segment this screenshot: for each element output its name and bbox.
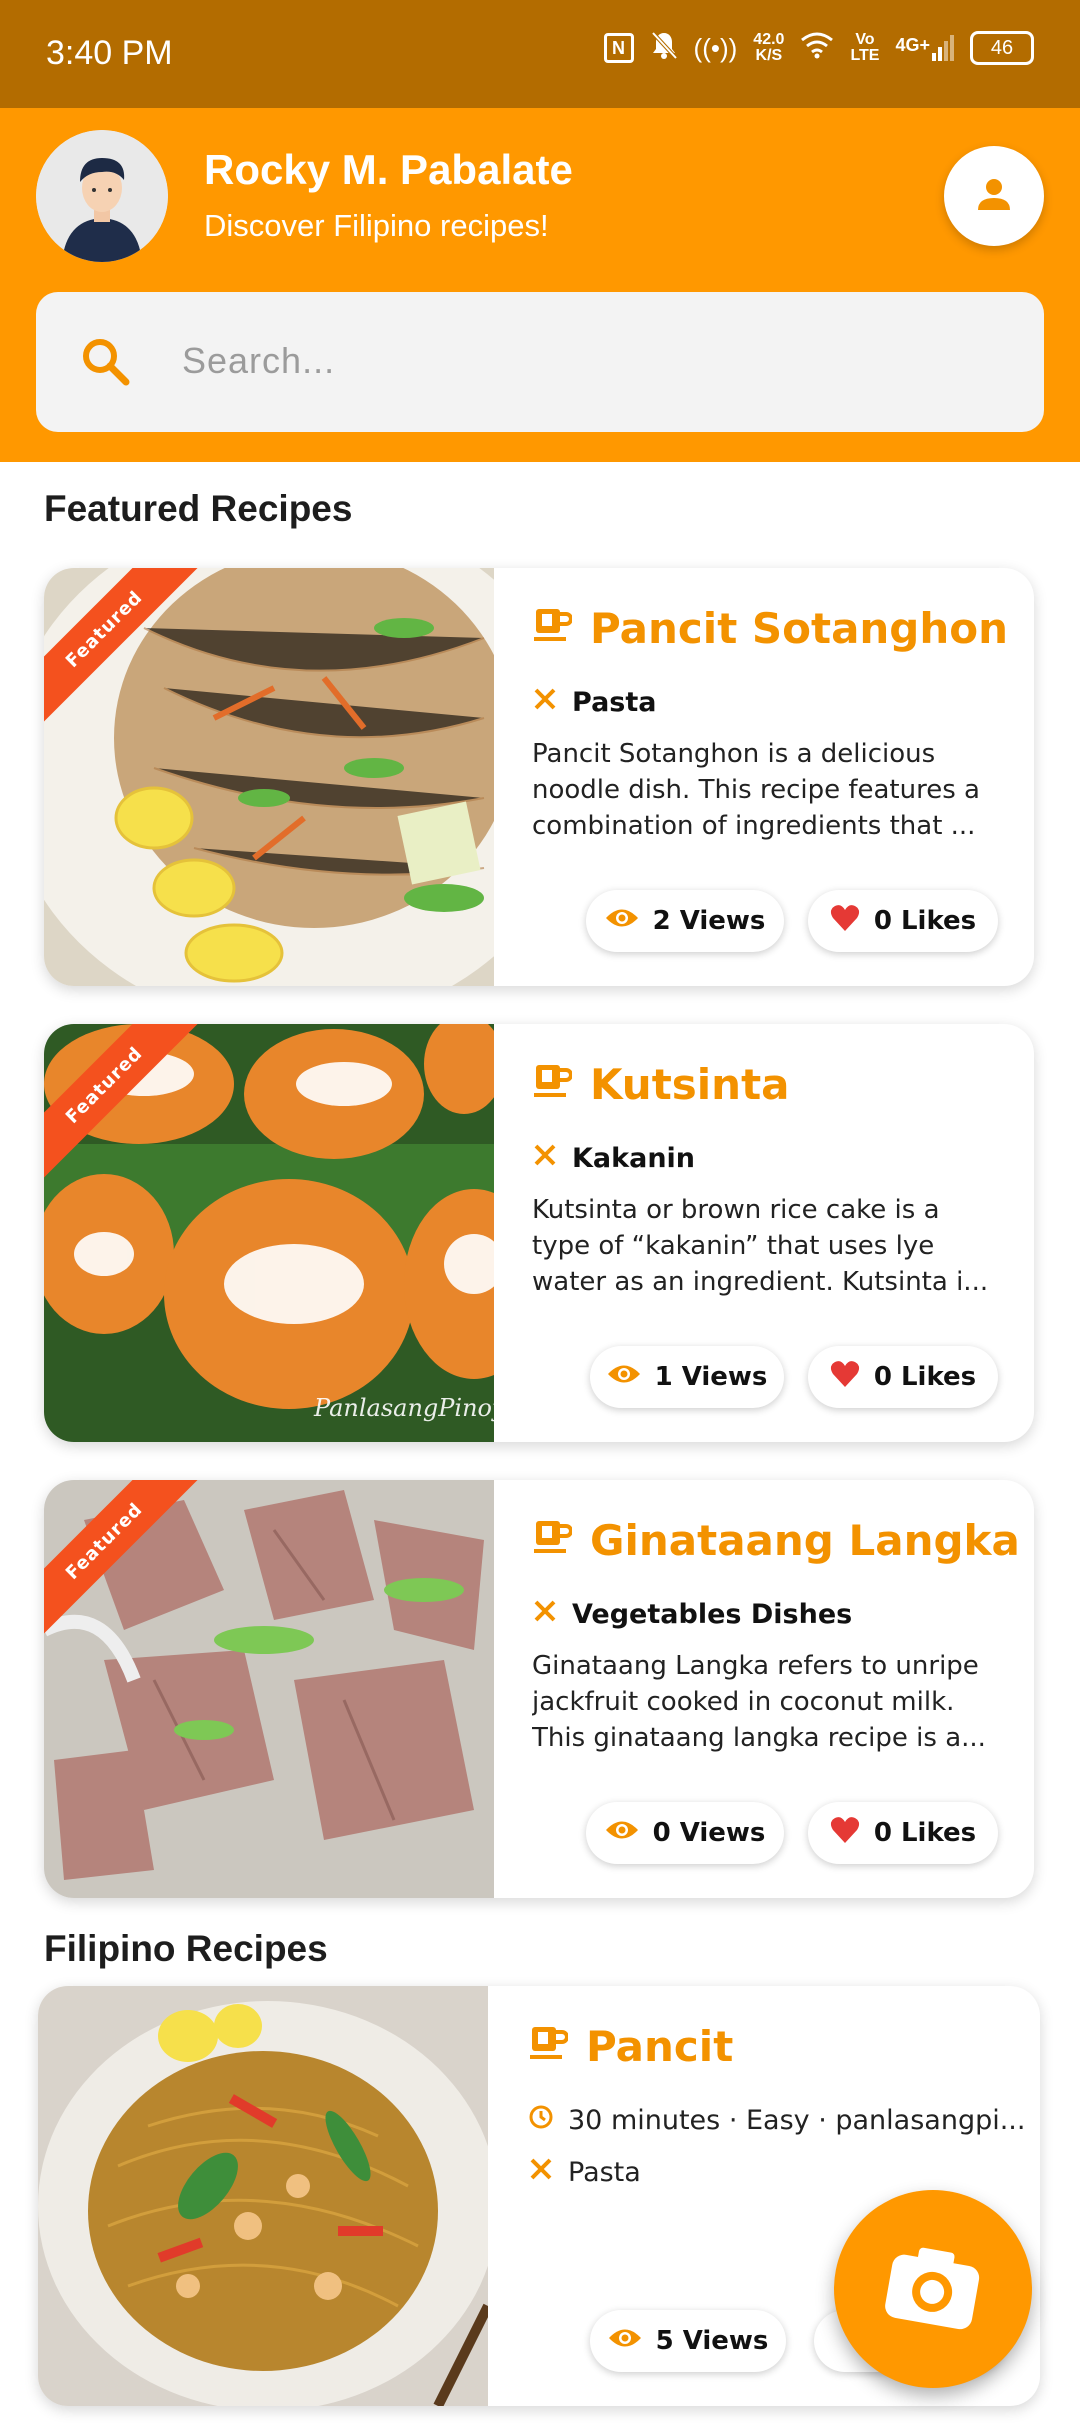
likes-chip[interactable]: 0 Likes (808, 890, 998, 952)
recipe-category: Pasta (528, 2156, 641, 2189)
camera-fab-button[interactable] (834, 2190, 1032, 2388)
likes-chip[interactable]: 0 Likes (808, 1802, 998, 1864)
featured-card-kutsinta[interactable]: PanlasangPinoy Featured Kutsinta Kakanin… (44, 1024, 1034, 1442)
views-chip[interactable]: 1 Views (590, 1346, 784, 1408)
recipe-category-text: Pasta (568, 2157, 641, 2188)
recipe-image: Featured (44, 1480, 494, 1898)
battery-level: 46 (990, 36, 1014, 59)
recipe-title-text: Kutsinta (590, 1060, 790, 1109)
search-bar[interactable]: Search... (36, 292, 1044, 432)
recipe-image: PanlasangPinoy Featured (44, 1024, 494, 1442)
recipe-title-text: Pancit Sotanghon (590, 604, 1009, 653)
likes-count: 0 Likes (873, 906, 977, 936)
signal-icon: 4G+ (895, 35, 954, 61)
eye-icon (608, 2326, 642, 2356)
recipe-description: Ginataang Langka refers to unripe jackfr… (532, 1651, 986, 1753)
utensils-icon (532, 1142, 558, 1175)
wifi-icon (800, 31, 834, 65)
coffee-cup-icon (532, 604, 573, 653)
user-name: Rocky M. Pabalate (204, 146, 573, 193)
views-chip[interactable]: 2 Views (586, 890, 784, 952)
recipe-image (38, 1986, 488, 2406)
heart-icon (830, 1816, 860, 1851)
views-count: 1 Views (654, 1362, 768, 1392)
search-input[interactable]: Search... (182, 340, 335, 382)
nfc-icon: N (603, 33, 634, 63)
likes-count: 0 Likes (873, 1818, 977, 1848)
status-bar: 3:40 PM N ((•)) 42.0 K/S Vo LTE 4G+ 46 (0, 0, 1080, 108)
eye-icon (605, 906, 639, 936)
recipe-meta: 30 minutes · Easy · panlasangpi... (528, 2104, 1025, 2137)
recipe-category: Kakanin (532, 1142, 695, 1175)
featured-card-ginataang-langka[interactable]: Featured Ginataang Langka Vegetables Dis… (44, 1480, 1034, 1898)
filipino-recipes-title: Filipino Recipes (44, 1928, 328, 1969)
heart-icon (830, 1360, 860, 1395)
utensils-icon (528, 2156, 554, 2189)
avatar[interactable] (36, 130, 168, 262)
net-speed-unit: K/S (755, 47, 783, 64)
heart-icon (830, 904, 860, 939)
battery-icon: 46 (970, 31, 1034, 65)
status-icons: N ((•)) 42.0 K/S Vo LTE 4G+ 46 (603, 30, 1034, 66)
recipe-category: Pasta (532, 686, 656, 719)
recipe-meta-text: 30 minutes · Easy · panlasangpi... (568, 2105, 1026, 2136)
search-icon (80, 336, 132, 392)
coffee-cup-icon (532, 1516, 573, 1565)
bell-off-icon (650, 30, 678, 66)
camera-icon (883, 2242, 983, 2336)
recipe-title-text: Ginataang Langka (590, 1516, 1020, 1565)
eye-icon (605, 1818, 639, 1848)
likes-count: 0 Likes (873, 1362, 977, 1392)
net-speed-value: 42.0 (753, 31, 785, 48)
utensils-icon (532, 1598, 558, 1631)
header-subtitle: Discover Filipino recipes! (204, 208, 549, 243)
eye-icon (607, 1362, 641, 1392)
recipe-title: Pancit (528, 2022, 733, 2071)
clock-icon (528, 2104, 554, 2137)
recipe-title: Ginataang Langka (532, 1516, 1020, 1565)
volte-bottom: LTE (850, 47, 880, 64)
recipe-category-text: Pasta (572, 687, 657, 718)
recipe-description: Pancit Sotanghon is a delicious noodle d… (532, 739, 980, 841)
featured-recipes-title: Featured Recipes (44, 488, 353, 529)
network-type: 4G+ (895, 35, 930, 55)
recipe-image: Featured (44, 568, 494, 986)
net-speed: 42.0 K/S (753, 32, 784, 64)
recipe-category-text: Kakanin (572, 1143, 696, 1174)
views-count: 0 Views (652, 1818, 766, 1848)
hotspot-icon: ((•)) (693, 32, 738, 63)
person-icon (974, 174, 1014, 218)
recipe-title-text: Pancit (586, 2022, 734, 2071)
views-count: 2 Views (652, 906, 766, 936)
image-watermark: PanlasangPinoy (314, 1394, 494, 1422)
recipe-category: Vegetables Dishes (532, 1598, 852, 1631)
utensils-icon (532, 686, 558, 719)
recipe-title: Pancit Sotanghon (532, 604, 1008, 653)
views-count: 5 Views (655, 2326, 769, 2356)
views-chip[interactable]: 0 Views (586, 1802, 784, 1864)
app-header: Rocky M. Pabalate Discover Filipino reci… (0, 108, 1080, 462)
featured-card-pancit-sotanghon[interactable]: Featured Pancit Sotanghon Pasta Pancit S… (44, 568, 1034, 986)
profile-button[interactable] (944, 146, 1044, 246)
volte-badge: Vo LTE (850, 32, 879, 64)
views-chip[interactable]: 5 Views (590, 2310, 786, 2372)
coffee-cup-icon (532, 1060, 573, 1109)
recipe-category-text: Vegetables Dishes (572, 1599, 853, 1630)
volte-top: Vo (855, 31, 875, 48)
status-time: 3:40 PM (46, 34, 173, 72)
recipe-title: Kutsinta (532, 1060, 790, 1109)
likes-chip[interactable]: 0 Likes (808, 1346, 998, 1408)
recipe-description: Kutsinta or brown rice cake is a type of… (532, 1195, 989, 1297)
coffee-cup-icon (528, 2022, 569, 2071)
